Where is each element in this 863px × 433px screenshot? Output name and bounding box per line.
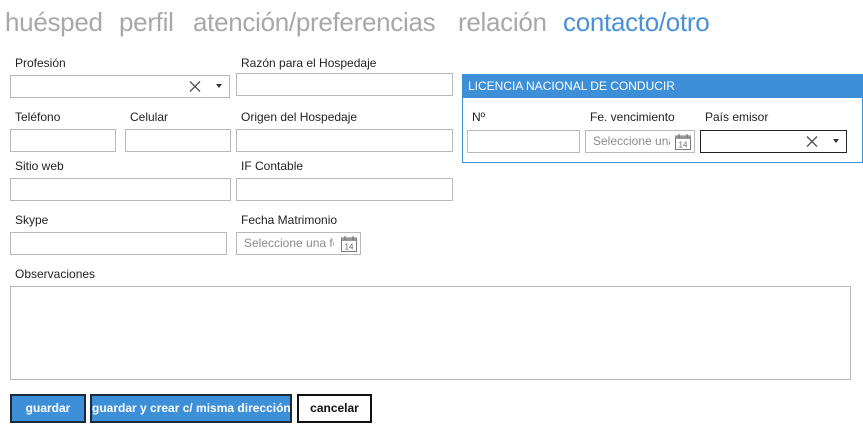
- origen-hospedaje-field[interactable]: [236, 129, 453, 152]
- origen-hospedaje-label: Origen del Hospedaje: [241, 110, 358, 124]
- if-contable-field[interactable]: [236, 178, 453, 201]
- profesion-combobox[interactable]: [10, 75, 230, 98]
- telefono-input[interactable]: [11, 130, 115, 151]
- skype-field[interactable]: [10, 232, 227, 255]
- skype-label: Skype: [15, 213, 49, 227]
- close-icon[interactable]: [804, 133, 820, 150]
- calendar-icon[interactable]: 14: [674, 133, 692, 151]
- licencia-panel: LICENCIA NACIONAL DE CONDUCIR Nº Fe. ven…: [462, 74, 863, 163]
- tab-huesped[interactable]: huésped: [5, 6, 103, 38]
- observaciones-textarea[interactable]: [10, 286, 851, 380]
- razon-hospedaje-label: Razón para el Hospedaje: [241, 56, 377, 70]
- guardar-button[interactable]: guardar: [10, 394, 86, 423]
- sitio-web-input[interactable]: [11, 179, 230, 200]
- pais-emisor-combobox[interactable]: [700, 130, 847, 153]
- skype-input[interactable]: [11, 233, 226, 254]
- cancelar-button[interactable]: cancelar: [297, 394, 372, 423]
- profesion-label: Profesión: [15, 56, 66, 70]
- observaciones-label: Observaciones: [15, 267, 96, 281]
- telefono-label: Teléfono: [15, 110, 61, 124]
- licencia-vencimiento-placeholder: Seleccione una: [593, 134, 670, 148]
- razon-hospedaje-input[interactable]: [237, 74, 452, 95]
- licencia-vencimiento-datepicker[interactable]: Seleccione una 14: [585, 130, 695, 153]
- tab-perfil[interactable]: perfil: [119, 6, 174, 38]
- tab-relacion[interactable]: relación: [458, 6, 547, 38]
- pais-emisor-label: País emisor: [705, 110, 769, 124]
- fecha-matrimonio-placeholder: Seleccione una fe: [244, 236, 334, 250]
- licencia-numero-label: Nº: [472, 110, 486, 124]
- calendar-day-number: 14: [345, 243, 354, 252]
- tab-contacto-otro[interactable]: contacto/otro: [563, 6, 710, 38]
- fecha-matrimonio-label: Fecha Matrimonio: [241, 213, 338, 227]
- celular-label: Celular: [130, 110, 169, 124]
- chevron-down-icon[interactable]: [833, 139, 839, 143]
- fecha-matrimonio-datepicker[interactable]: Seleccione una fe 14: [236, 232, 361, 255]
- telefono-field[interactable]: [10, 129, 116, 152]
- calendar-day-number: 14: [679, 141, 688, 150]
- sitio-web-field[interactable]: [10, 178, 231, 201]
- sitio-web-label: Sitio web: [15, 159, 64, 173]
- celular-field[interactable]: [125, 129, 231, 152]
- licencia-numero-field[interactable]: [467, 130, 580, 153]
- close-icon[interactable]: [187, 78, 203, 95]
- chevron-down-icon[interactable]: [216, 84, 222, 88]
- licencia-numero-input[interactable]: [468, 131, 579, 152]
- pais-emisor-input[interactable]: [701, 131, 846, 152]
- celular-input[interactable]: [126, 130, 230, 151]
- observaciones-input[interactable]: [11, 287, 850, 379]
- licencia-panel-title: LICENCIA NACIONAL DE CONDUCIR: [463, 75, 862, 98]
- if-contable-label: IF Contable: [241, 159, 304, 173]
- calendar-icon[interactable]: 14: [340, 235, 358, 253]
- if-contable-input[interactable]: [237, 179, 452, 200]
- origen-hospedaje-input[interactable]: [237, 130, 452, 151]
- licencia-vencimiento-label: Fe. vencimiento: [590, 110, 675, 124]
- tab-atencion-preferencias[interactable]: atención/preferencias: [193, 6, 436, 38]
- guardar-crear-button[interactable]: guardar y crear c/ misma dirección: [90, 394, 292, 423]
- razon-hospedaje-field[interactable]: [236, 73, 453, 96]
